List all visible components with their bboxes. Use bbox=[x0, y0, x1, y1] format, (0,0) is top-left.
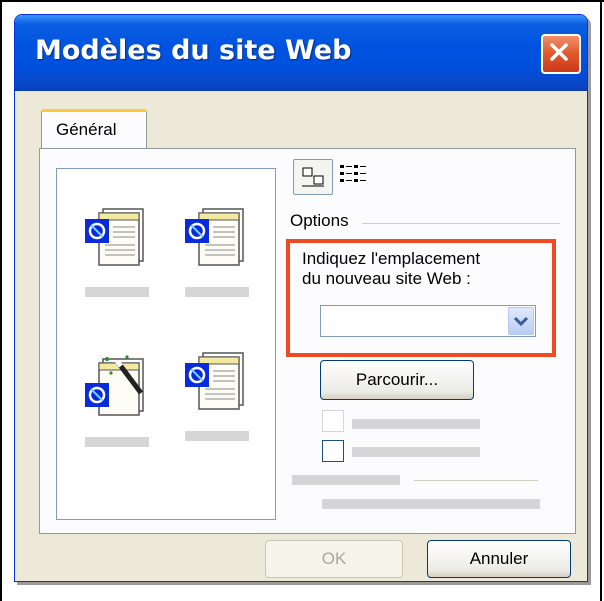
options-group-label: Options bbox=[290, 211, 349, 230]
large-icons-view-button[interactable] bbox=[293, 159, 333, 195]
close-x-icon bbox=[550, 43, 568, 61]
web-page-template-icon bbox=[185, 352, 244, 410]
location-prompt-line1: Indiquez l'emplacement bbox=[302, 249, 481, 268]
close-button[interactable] bbox=[541, 34, 581, 74]
option-label-placeholder bbox=[352, 447, 480, 457]
template-label-placeholder bbox=[185, 287, 249, 297]
dialog-client: Général Options Indiquez l'emplacement d… bbox=[19, 91, 583, 578]
ok-button[interactable]: OK bbox=[265, 540, 403, 578]
options-separator bbox=[362, 223, 560, 224]
location-prompt: Indiquez l'emplacement du nouveau site W… bbox=[302, 249, 480, 289]
web-wizard-template-icon bbox=[85, 355, 144, 416]
location-highlight: Indiquez l'emplacement du nouveau site W… bbox=[286, 239, 556, 357]
location-prompt-line2: du nouveau site Web : bbox=[302, 269, 471, 288]
template-item[interactable] bbox=[83, 203, 153, 303]
tab-panel: Options Indiquez l'emplacement du nouvea… bbox=[39, 148, 576, 534]
templates-list[interactable] bbox=[56, 168, 276, 520]
tab-general[interactable]: Général bbox=[41, 109, 147, 150]
option-checkbox[interactable] bbox=[322, 440, 344, 462]
template-label-placeholder bbox=[185, 431, 249, 441]
frame-top bbox=[0, 0, 604, 2]
template-label-placeholder bbox=[85, 437, 149, 447]
web-page-template-icon bbox=[185, 208, 244, 266]
title-bar[interactable]: Modèles du site Web bbox=[15, 15, 587, 91]
template-item[interactable] bbox=[83, 353, 153, 453]
frame-right bbox=[600, 0, 602, 601]
template-item[interactable] bbox=[183, 347, 253, 447]
large-icons-view-icon bbox=[302, 167, 324, 187]
tab-general-label: Général bbox=[56, 120, 117, 139]
browse-button[interactable]: Parcourir... bbox=[320, 360, 474, 400]
cancel-button[interactable]: Annuler bbox=[427, 540, 571, 578]
window-title: Modèles du site Web bbox=[35, 35, 352, 66]
frame-left bbox=[0, 0, 2, 601]
chevron-down-icon bbox=[513, 316, 529, 327]
web-page-template-icon bbox=[85, 208, 144, 266]
details-view-button[interactable] bbox=[336, 159, 370, 193]
template-item[interactable] bbox=[183, 203, 253, 303]
field-placeholder bbox=[322, 499, 540, 509]
template-label-placeholder bbox=[85, 287, 149, 297]
dialog-window: Modèles du site Web Général Options Indi… bbox=[14, 14, 588, 582]
details-view-icon bbox=[340, 165, 366, 182]
option-checkbox-disabled[interactable] bbox=[322, 410, 344, 432]
section-label-placeholder bbox=[292, 475, 400, 485]
location-combobox[interactable] bbox=[320, 305, 536, 337]
combo-dropdown-button[interactable] bbox=[508, 307, 534, 335]
section-separator bbox=[414, 480, 538, 481]
option-label-placeholder bbox=[352, 419, 480, 429]
